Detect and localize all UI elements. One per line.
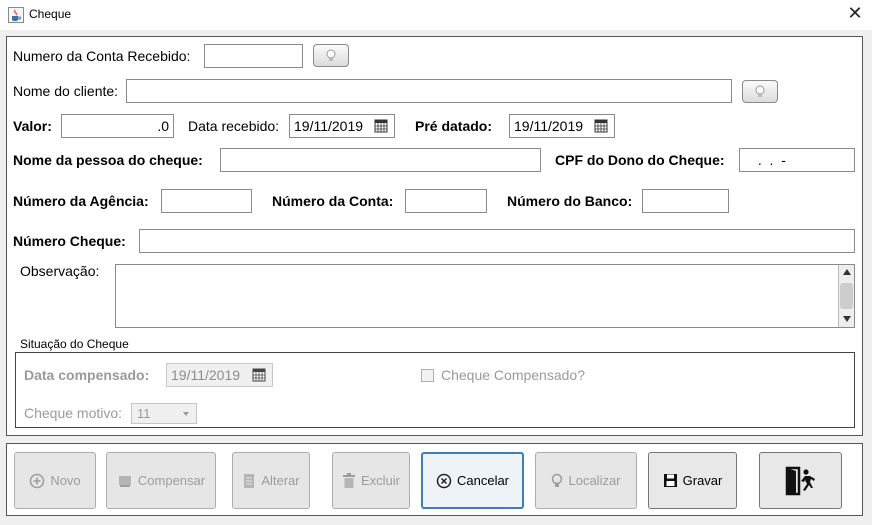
sair-button[interactable] <box>759 452 842 509</box>
situacao-title: Situação do Cheque <box>20 337 129 351</box>
numero-conta-label: Número da Conta: <box>272 193 394 209</box>
cheque-compensado-checkbox[interactable] <box>421 369 434 382</box>
alterar-label: Alterar <box>261 473 300 488</box>
data-compensado-value: 19/11/2019 <box>171 367 241 383</box>
bulb-icon <box>552 473 563 487</box>
scroll-thumb[interactable] <box>840 283 853 309</box>
bulb-icon <box>755 85 765 97</box>
calendar-icon[interactable] <box>252 368 266 382</box>
numero-agencia-input[interactable] <box>161 189 252 213</box>
nome-pessoa-label: Nome da pessoa do cheque: <box>13 152 203 168</box>
numero-banco-label: Número do Banco: <box>507 193 633 209</box>
scroll-up-icon[interactable] <box>842 268 852 276</box>
cheque-motivo-select[interactable]: 11 <box>131 403 197 424</box>
observacao-label: Observação: <box>20 263 100 279</box>
exit-door-icon <box>785 466 815 495</box>
cheque-motivo-label: Cheque motivo: <box>24 405 123 421</box>
cancelar-label: Cancelar <box>456 473 510 488</box>
pre-datado-picker[interactable]: 19/11/2019 <box>509 114 615 138</box>
cpf-dono-label: CPF do Dono do Cheque: <box>555 152 725 168</box>
compensar-button[interactable]: Compensar <box>106 452 216 509</box>
data-recebido-picker[interactable]: 19/11/2019 <box>289 114 395 138</box>
nome-pessoa-input[interactable] <box>220 148 541 172</box>
numero-cheque-label: Número Cheque: <box>13 233 126 249</box>
cpf-dono-input[interactable] <box>739 148 855 172</box>
java-cup-icon <box>8 7 24 23</box>
alterar-button[interactable]: Alterar <box>232 452 310 509</box>
calendar-icon[interactable] <box>374 119 388 133</box>
data-recebido-value: 19/11/2019 <box>294 118 364 134</box>
pre-datado-label: Pré datado: <box>415 118 493 134</box>
localizar-button[interactable]: Localizar <box>535 452 637 509</box>
numero-banco-input[interactable] <box>642 189 729 213</box>
conta-recebido-label: Numero da Conta Recebido: <box>13 48 191 64</box>
close-button[interactable]: ✕ <box>844 3 866 25</box>
chevron-down-icon <box>183 411 189 416</box>
stamp-icon <box>118 475 131 487</box>
gravar-label: Gravar <box>682 473 723 488</box>
compensar-label: Compensar <box>137 473 206 488</box>
numero-agencia-label: Número da Agência: <box>13 193 149 209</box>
data-recebido-label: Data recebido: <box>188 118 280 134</box>
scroll-down-icon[interactable] <box>842 315 852 323</box>
cliente-lookup-button[interactable] <box>742 80 778 103</box>
conta-lookup-button[interactable] <box>313 44 349 67</box>
excluir-button[interactable]: Excluir <box>332 452 410 509</box>
observacao-textarea[interactable] <box>115 264 855 328</box>
numero-conta-input[interactable] <box>405 189 487 213</box>
pre-datado-value: 19/11/2019 <box>514 118 584 134</box>
title-bar: Cheque ✕ <box>0 0 872 30</box>
plus-circle-icon <box>30 473 45 488</box>
numero-cheque-input[interactable] <box>139 229 855 253</box>
bottom-strip <box>0 517 872 525</box>
nome-cliente-input[interactable] <box>126 79 732 103</box>
data-compensado-picker[interactable]: 19/11/2019 <box>166 363 273 387</box>
valor-label: Valor: <box>13 118 52 134</box>
document-edit-icon <box>244 473 255 488</box>
observacao-scrollbar[interactable] <box>838 265 854 327</box>
trash-icon <box>342 472 355 488</box>
floppy-disk-icon <box>663 474 677 487</box>
cheque-motivo-value: 11 <box>137 406 151 421</box>
valor-input[interactable] <box>61 114 174 138</box>
localizar-label: Localizar <box>568 473 621 488</box>
cheque-compensado-label: Cheque Compensado? <box>441 367 585 383</box>
novo-label: Novo <box>50 473 81 488</box>
excluir-label: Excluir <box>360 473 400 488</box>
cancelar-button[interactable]: Cancelar <box>421 452 524 509</box>
window-title: Cheque <box>29 7 72 21</box>
novo-button[interactable]: Novo <box>14 452 96 509</box>
gravar-button[interactable]: Gravar <box>648 452 737 509</box>
data-compensado-label: Data compensado: <box>24 367 150 383</box>
nome-cliente-label: Nome do cliente: <box>13 83 119 99</box>
conta-recebido-input[interactable] <box>204 44 303 68</box>
x-circle-icon <box>436 473 452 488</box>
calendar-icon[interactable] <box>594 119 608 133</box>
bulb-icon <box>326 49 336 61</box>
